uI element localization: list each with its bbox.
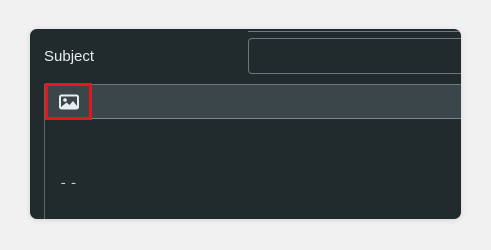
compose-panel: Subject -- xyxy=(30,29,461,219)
image-icon xyxy=(58,94,79,110)
subject-label: Subject xyxy=(44,48,95,65)
editor-body-text: -- xyxy=(59,176,80,192)
previous-field-edge xyxy=(248,29,461,32)
insert-image-button[interactable] xyxy=(45,83,92,120)
subject-input[interactable] xyxy=(248,38,461,74)
message-editor[interactable]: -- xyxy=(44,83,461,219)
editor-toolbar xyxy=(45,83,461,120)
